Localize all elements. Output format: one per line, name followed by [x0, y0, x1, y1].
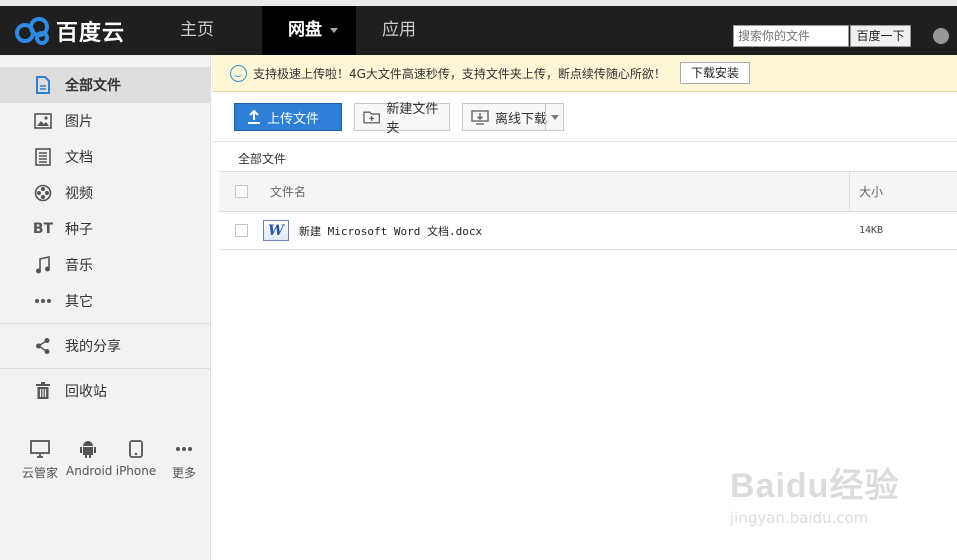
sidebar-item-label: 其它 — [65, 294, 93, 310]
smile-icon — [230, 64, 247, 82]
upload-label: 上传文件 — [267, 111, 320, 127]
device-pc-manager[interactable]: 云管家 — [18, 438, 62, 481]
sidebar-item-label: 音乐 — [65, 258, 93, 274]
offline-download-icon — [471, 109, 489, 125]
nav-apps[interactable]: 应用 — [364, 6, 434, 55]
sidebar-item-label: 视频 — [65, 186, 93, 202]
sidebar-item-label: 我的分享 — [65, 339, 121, 355]
sidebar-item-torrents[interactable]: BT 种子 — [0, 211, 210, 247]
search-input[interactable] — [733, 25, 849, 47]
table-row[interactable]: W 新建 Microsoft Word 文档.docx 14KB — [219, 212, 957, 250]
sidebar-item-others[interactable]: 其它 — [0, 283, 210, 319]
sidebar-item-documents[interactable]: 文档 — [0, 139, 210, 175]
sidebar: 全部文件 图片 文档 视频 BT 种子 音乐 其它 我的分享 回收站 云管家 A… — [0, 55, 211, 560]
device-links: 云管家 Android iPhone 更多 — [18, 438, 206, 481]
document-icon — [34, 148, 52, 166]
more-icon — [34, 292, 52, 310]
sidebar-item-label: 回收站 — [65, 384, 107, 400]
nav-netdisk-label: 网盘 — [288, 20, 322, 40]
file-size: 14KB — [859, 225, 884, 236]
user-menu-icon[interactable] — [933, 28, 949, 44]
sidebar-item-my-share[interactable]: 我的分享 — [0, 328, 210, 364]
table-header: 文件名 大小 — [219, 171, 957, 212]
breadcrumb[interactable]: 全部文件 — [238, 150, 286, 167]
toolbar: 上传文件 新建文件夹 离线下载 — [212, 92, 957, 142]
nav-netdisk[interactable]: 网盘 — [262, 6, 356, 55]
download-install-button[interactable]: 下载安装 — [679, 62, 750, 84]
sidebar-item-recycle-bin[interactable]: 回收站 — [0, 373, 210, 409]
baidu-cloud-logo[interactable]: 百度云 — [14, 14, 125, 48]
column-header-name[interactable]: 文件名 — [270, 183, 306, 200]
main-nav: 主页 网盘 应用 — [162, 6, 464, 55]
row-checkbox[interactable] — [235, 224, 248, 237]
device-label: Android — [66, 464, 113, 478]
chevron-down-icon — [330, 27, 338, 33]
offline-download-button[interactable]: 离线下载 — [462, 103, 564, 131]
file-table: 文件名 大小 W 新建 Microsoft Word 文档.docx 14KB — [219, 171, 957, 250]
music-icon — [34, 256, 52, 274]
new-folder-button[interactable]: 新建文件夹 — [354, 102, 450, 136]
watermark-sub: jingyan.baidu.com — [730, 509, 869, 527]
notice-text: 支持极速上传啦！4G大文件高速秒传，支持文件夹上传，断点续传随心所欲！ — [253, 66, 666, 81]
video-icon — [34, 184, 52, 202]
logo-text: 百度云 — [56, 21, 126, 46]
file-icon — [34, 76, 52, 94]
sidebar-item-music[interactable]: 音乐 — [0, 247, 210, 283]
new-folder-label: 新建文件夹 — [386, 102, 439, 136]
new-folder-icon — [363, 111, 381, 124]
sidebar-item-label: 种子 — [65, 222, 93, 238]
device-label: 更多 — [171, 466, 196, 480]
device-label: iPhone — [115, 464, 157, 478]
offline-download-label: 离线下载 — [495, 111, 548, 127]
image-icon — [34, 112, 52, 130]
baidu-jingyan-watermark: Baidu经验 jingyan.baidu.com — [730, 458, 899, 527]
sidebar-divider — [0, 368, 210, 369]
sidebar-item-images[interactable]: 图片 — [0, 103, 210, 139]
word-file-icon: W — [263, 220, 289, 241]
top-bar: 百度云 主页 网盘 应用 百度一下 — [0, 0, 957, 55]
cloud-logo-icon — [15, 17, 49, 45]
select-all-checkbox[interactable] — [235, 185, 248, 198]
watermark-main: Baidu经验 — [730, 467, 900, 505]
android-icon — [66, 438, 110, 460]
monitor-icon — [18, 438, 62, 460]
upload-icon — [248, 110, 260, 124]
sidebar-item-all-files[interactable]: 全部文件 — [0, 67, 210, 103]
bt-icon: BT — [32, 221, 54, 237]
nav-home[interactable]: 主页 — [162, 6, 232, 55]
phone-icon — [114, 438, 158, 460]
device-android[interactable]: Android — [66, 438, 113, 481]
chevron-down-icon[interactable] — [545, 104, 563, 130]
device-iphone[interactable]: iPhone — [114, 438, 158, 481]
file-name[interactable]: 新建 Microsoft Word 文档.docx — [299, 223, 482, 239]
search-button[interactable]: 百度一下 — [850, 25, 911, 47]
sidebar-item-label: 全部文件 — [65, 78, 121, 94]
sidebar-item-videos[interactable]: 视频 — [0, 175, 210, 211]
device-label: 云管家 — [21, 466, 58, 480]
upload-file-button[interactable]: 上传文件 — [234, 103, 342, 131]
device-more[interactable]: 更多 — [162, 438, 206, 481]
more-icon — [162, 438, 206, 460]
notice-bar: 支持极速上传啦！4G大文件高速秒传，支持文件夹上传，断点续传随心所欲！ 下载安装 — [212, 55, 957, 92]
sidebar-item-label: 图片 — [65, 114, 93, 130]
trash-icon — [34, 382, 52, 400]
sidebar-item-label: 文档 — [65, 150, 93, 166]
column-header-size[interactable]: 大小 — [859, 183, 883, 200]
share-icon — [34, 337, 52, 355]
column-divider — [849, 172, 850, 211]
sidebar-divider — [0, 323, 210, 324]
